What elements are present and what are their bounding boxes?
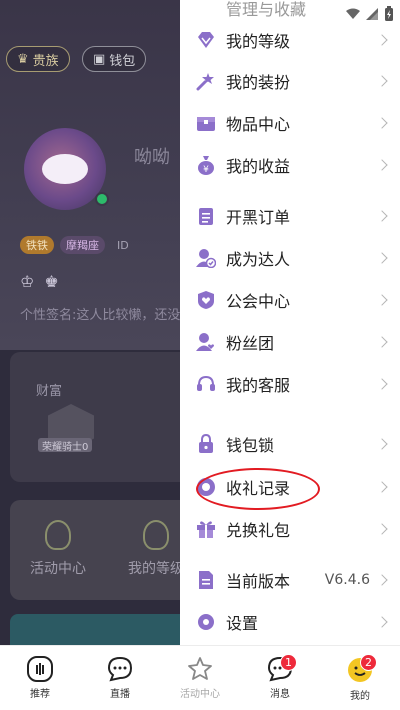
- noble-button[interactable]: ♛ 贵族: [6, 46, 70, 72]
- wand-icon: [196, 71, 216, 91]
- menu-item-redeem-gift[interactable]: 兑换礼包: [180, 509, 400, 549]
- chevron-right-icon: [376, 523, 388, 535]
- tab-messages[interactable]: 1 消息: [240, 646, 320, 710]
- box-icon: [196, 113, 216, 133]
- menu-label: 公会中心: [226, 292, 291, 311]
- menu-item-customer-service[interactable]: 我的客服: [180, 364, 400, 404]
- feature-activity-center[interactable]: 活动中心: [30, 520, 86, 578]
- feature-my-level[interactable]: 我的等级: [128, 520, 184, 578]
- medal-icon: ♔: [20, 272, 35, 291]
- chevron-right-icon: [376, 117, 388, 129]
- clipboard-icon: [196, 206, 216, 226]
- user-check-icon: [196, 248, 216, 268]
- menu-item-item-center[interactable]: 物品中心: [180, 103, 400, 143]
- level-tag: 铁铁: [20, 236, 54, 254]
- chat-icon: [107, 656, 133, 682]
- id-tag: ID: [117, 238, 129, 252]
- diamond-icon: [196, 30, 216, 50]
- chevron-right-icon: [376, 159, 388, 171]
- menu-item-become-expert[interactable]: 成为达人: [180, 238, 400, 278]
- side-drawer: 管理与收藏 我的等级 我的装扮 物品中心 ¥ 我的收益 开黑订单 成为达人 公会…: [180, 0, 400, 645]
- feature-label: 活动中心: [30, 561, 86, 577]
- online-status-dot: [95, 192, 109, 206]
- menu-label: 兑换礼包: [226, 521, 291, 540]
- headset-icon: [196, 374, 216, 394]
- svg-text:¥: ¥: [203, 165, 209, 175]
- menu-label: 我的收益: [226, 157, 291, 176]
- tab-label: 消息: [270, 689, 290, 700]
- menu-label: 钱包锁: [226, 436, 275, 455]
- menu-item-guild-center[interactable]: 公会中心: [180, 280, 400, 320]
- menu-label: 成为达人: [226, 250, 291, 269]
- avatar[interactable]: [24, 128, 106, 210]
- chevron-right-icon: [376, 378, 388, 390]
- chevron-right-icon: [376, 616, 388, 628]
- zodiac-tag: 摩羯座: [60, 236, 105, 254]
- menu-label: 粉丝团: [226, 334, 275, 353]
- feature-label: 我的等级: [128, 561, 184, 577]
- noble-label: 贵族: [32, 53, 59, 69]
- menu-item-current-version[interactable]: 当前版本 V6.4.6: [180, 560, 400, 600]
- tab-label: 活动中心: [180, 689, 220, 700]
- menu-item-my-earnings[interactable]: ¥ 我的收益: [180, 145, 400, 185]
- version-value: V6.4.6: [324, 572, 370, 588]
- tab-recommend[interactable]: 推荐: [0, 646, 80, 710]
- wallet-icon: ▣: [93, 51, 106, 67]
- tab-activity-center[interactable]: 活动中心: [160, 646, 240, 710]
- tab-label: 推荐: [30, 689, 50, 700]
- crown-icon: ♛: [17, 51, 29, 67]
- tab-label: 我的: [350, 691, 370, 702]
- menu-label: 当前版本: [226, 572, 291, 591]
- gear-icon: [196, 612, 216, 632]
- tab-label: 直播: [110, 689, 130, 700]
- file-icon: [196, 570, 216, 590]
- menu-item-my-level[interactable]: 我的等级: [180, 20, 400, 60]
- avatar-planet-face: [42, 154, 88, 184]
- chevron-right-icon: [376, 336, 388, 348]
- signature: 个性签名:这人比较懒，还没: [20, 308, 181, 323]
- crown-icon: [143, 520, 169, 550]
- menu-label: 我的装扮: [226, 73, 291, 92]
- menu-label: 设置: [226, 614, 259, 633]
- shield-heart-icon: [196, 290, 216, 310]
- tag-row: 铁铁 摩羯座 ID: [20, 236, 135, 254]
- chevron-right-icon: [376, 210, 388, 222]
- chevron-right-icon: [376, 574, 388, 586]
- menu-item-settings[interactable]: 设置: [180, 602, 400, 642]
- tab-mine[interactable]: 2 我的: [320, 646, 400, 710]
- wallet-label: 钱包: [109, 53, 136, 69]
- menu-item-fan-club[interactable]: 粉丝团: [180, 322, 400, 362]
- medal-icon: ♚: [44, 272, 59, 291]
- medal-icon: [45, 520, 71, 550]
- menu-item-my-dressup[interactable]: 我的装扮: [180, 61, 400, 101]
- wealth-title: 财富: [36, 384, 63, 399]
- fans-icon: [196, 332, 216, 352]
- menu-label: 开黑订单: [226, 208, 291, 227]
- wallet-button[interactable]: ▣ 钱包: [82, 46, 147, 72]
- wealth-badge-label: 荣耀骑士0: [38, 438, 93, 453]
- chevron-right-icon: [376, 34, 388, 46]
- profile-badge: 2: [360, 654, 377, 671]
- message-badge: 1: [280, 654, 297, 671]
- badge-row: ♔ ♚: [20, 272, 59, 291]
- menu-item-wallet-lock[interactable]: 钱包锁: [180, 424, 400, 464]
- chevron-right-icon: [376, 294, 388, 306]
- chevron-right-icon: [376, 252, 388, 264]
- bottom-tab-bar: 推荐 直播 活动中心 1 消息 2 我的: [0, 645, 400, 710]
- menu-label: 我的客服: [226, 376, 291, 395]
- star-icon: [188, 657, 212, 680]
- menu-item-play-orders[interactable]: 开黑订单: [180, 196, 400, 236]
- gift-icon: [196, 519, 216, 539]
- tab-live[interactable]: 直播: [80, 646, 160, 710]
- chevron-right-icon: [376, 75, 388, 87]
- menu-label: 我的等级: [226, 32, 291, 51]
- chevron-right-icon: [376, 438, 388, 450]
- menu-label: 物品中心: [226, 115, 291, 134]
- nickname: 呦呦: [134, 147, 170, 168]
- chevron-right-icon: [376, 481, 388, 493]
- money-bag-icon: ¥: [196, 155, 216, 175]
- recommend-icon: [27, 656, 53, 682]
- lock-icon: [196, 434, 216, 454]
- highlight-annotation: [196, 468, 320, 510]
